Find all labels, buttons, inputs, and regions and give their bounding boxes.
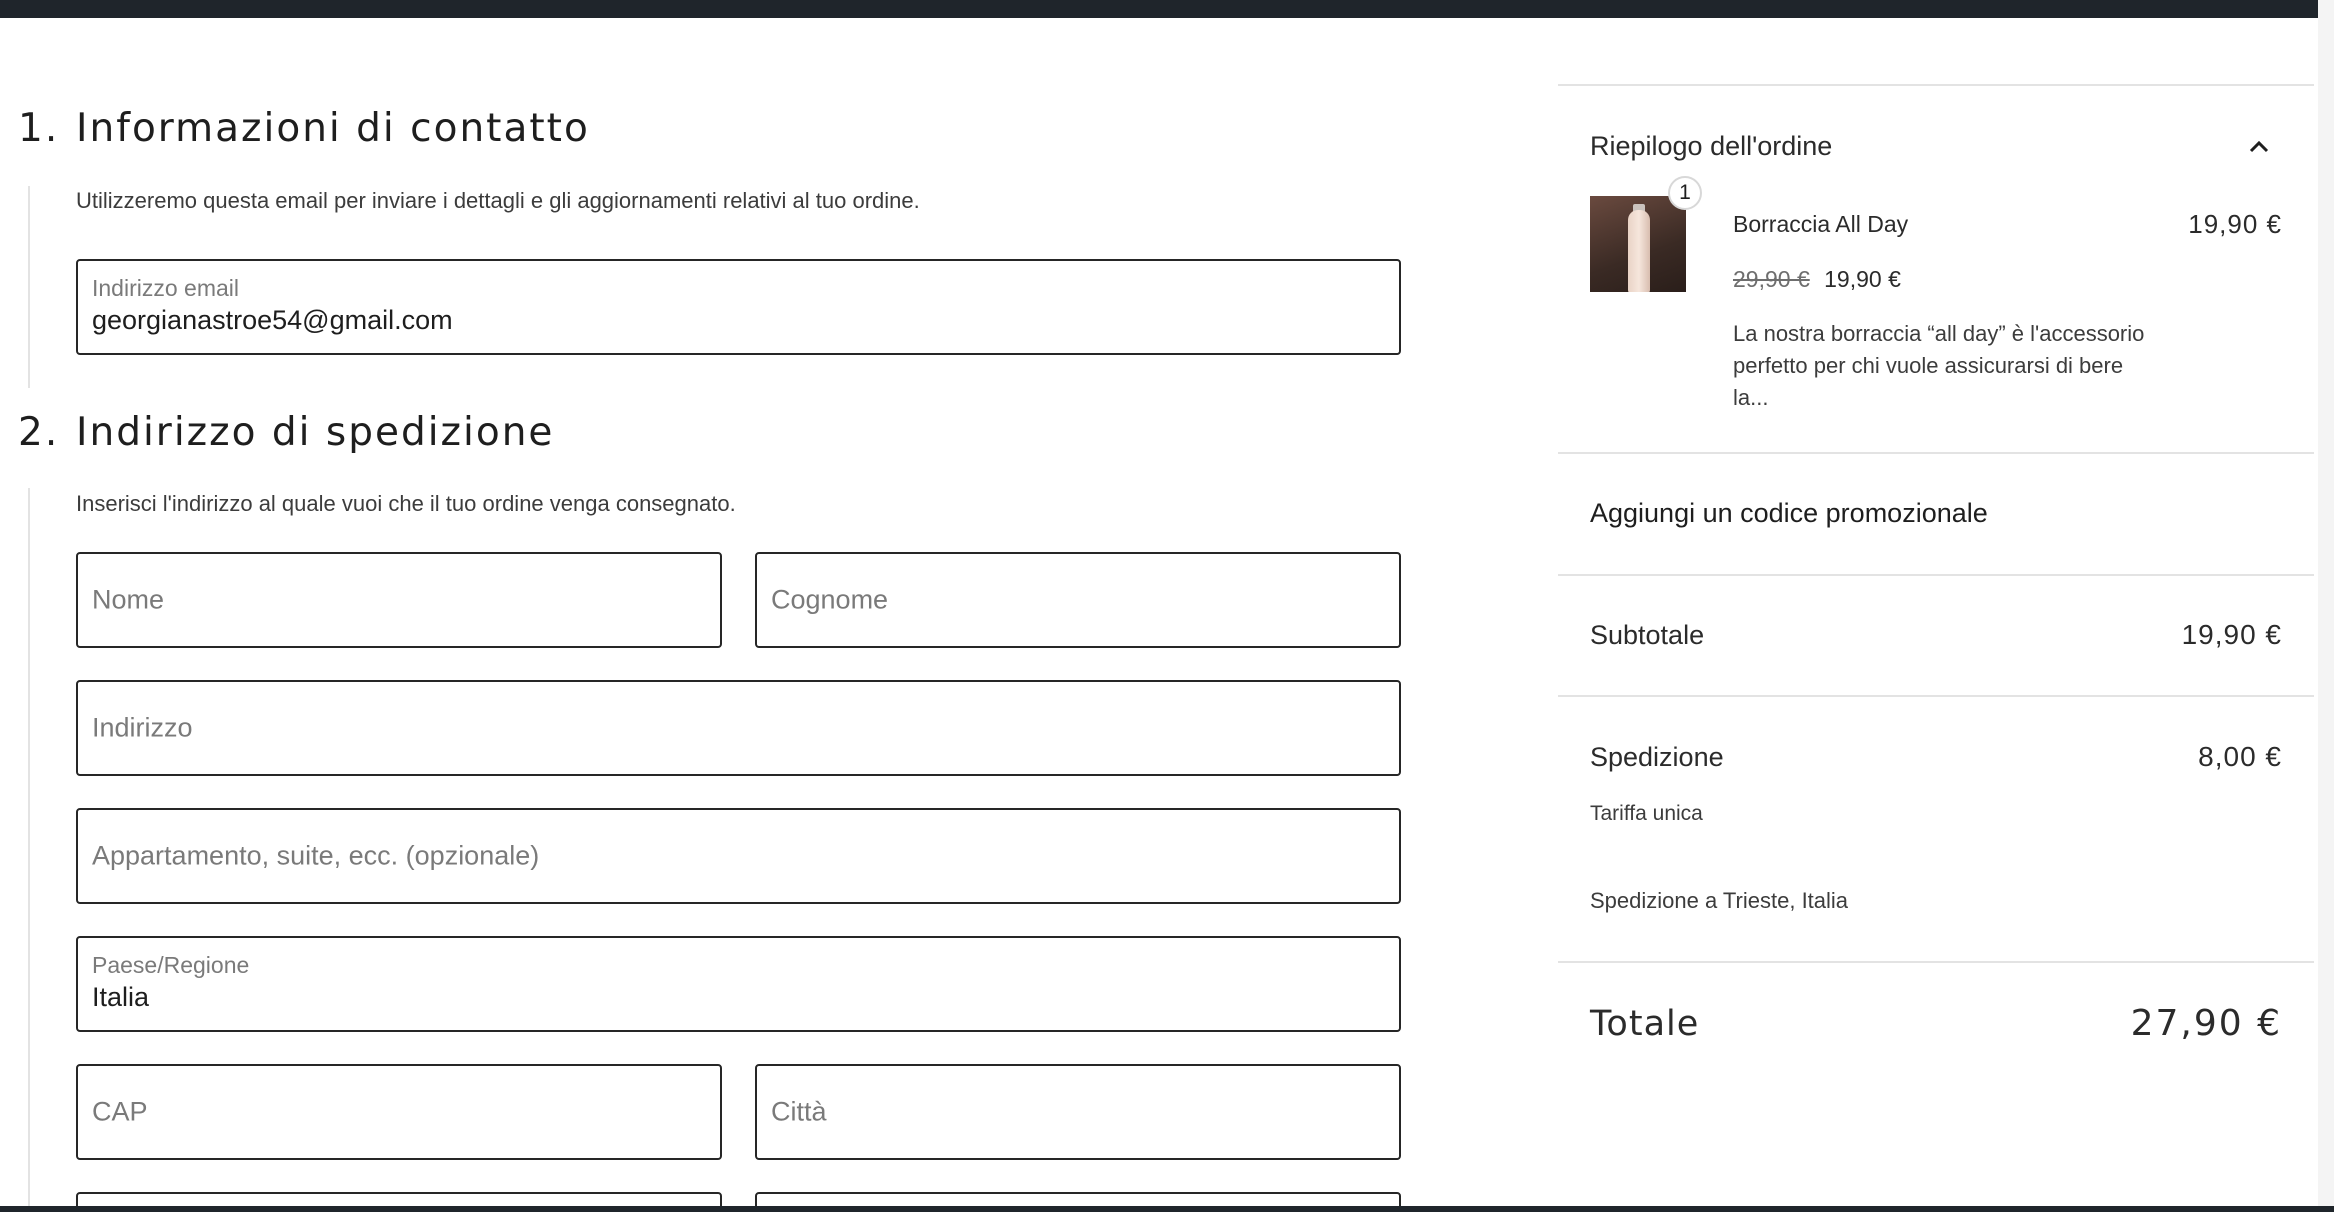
browser-bottom-bar (0, 1206, 2334, 1212)
subtotal-label: Subtotale (1590, 620, 1705, 650)
summary-top-divider (1558, 84, 2314, 86)
city-placeholder: Città (771, 1096, 827, 1127)
product-name: Borraccia All Day (1733, 211, 1909, 237)
product-description-line-2: perfetto per chi vuole assicurarsi di be… (1733, 353, 2124, 378)
email-field[interactable]: Indirizzo email georgianastroe54@gmail.c… (76, 259, 1401, 355)
summary-divider-4 (1558, 961, 2314, 963)
summary-divider-3 (1558, 695, 2314, 697)
sale-price: 19,90 € (1824, 266, 1901, 292)
last-name-placeholder: Cognome (771, 584, 889, 615)
product-description-line-1: La nostra borraccia “all day” è l'access… (1733, 321, 2145, 346)
email-field-label: Indirizzo email (92, 275, 239, 301)
first-name-placeholder: Nome (92, 584, 165, 615)
product-thumbnail (1590, 196, 1686, 292)
shipping-step-line (28, 488, 30, 1212)
zip-field[interactable]: CAP (76, 1064, 722, 1160)
summary-divider-2 (1558, 574, 2314, 576)
total-value: 27,90 € (2130, 1003, 2282, 1044)
chevron-up-icon[interactable] (2248, 136, 2270, 158)
total-label: Totale (1590, 1004, 1700, 1044)
summary-divider-1 (1558, 452, 2314, 454)
contact-title-text: Informazioni di contatto (76, 106, 590, 151)
contact-step-number: 1. (18, 106, 60, 151)
country-label: Paese/Regione (92, 952, 250, 978)
browser-top-bar (0, 0, 2334, 18)
country-select[interactable]: Paese/Regione Italia (76, 936, 1401, 1032)
shipping-label: Spedizione (1590, 742, 1724, 772)
shipping-value: 8,00 € (2198, 741, 2282, 772)
window-right-edge (2318, 0, 2334, 1212)
contact-description: Utilizzeremo questa email per inviare i … (76, 188, 920, 213)
shipping-description: Inserisci l'indirizzo al quale vuoi che … (76, 491, 736, 516)
product-description-line-3: la... (1733, 385, 1769, 410)
first-name-field[interactable]: Nome (76, 552, 722, 648)
shipping-section-title: 2. Indirizzo di spedizione (18, 410, 554, 455)
original-price: 29,90 € (1733, 266, 1810, 292)
contact-step-line (28, 186, 30, 388)
shipping-destination: Spedizione a Trieste, Italia (1590, 888, 1849, 913)
summary-title[interactable]: Riepilogo dell'ordine (1590, 131, 1832, 162)
email-field-value[interactable]: georgianastroe54@gmail.com (92, 305, 453, 336)
product-prices-row: 29,90 € 19,90 € (1733, 266, 1901, 293)
product-price: 19,90 € (2188, 209, 2282, 239)
bottle-shape (1628, 210, 1650, 292)
quantity-badge: 1 (1668, 176, 1702, 210)
product-description: La nostra borraccia “all day” è l'access… (1733, 318, 2144, 414)
subtotal-value: 19,90 € (2181, 619, 2282, 650)
address-field[interactable]: Indirizzo (76, 680, 1401, 776)
city-field[interactable]: Città (755, 1064, 1401, 1160)
contact-section-title: 1. Informazioni di contatto (18, 106, 590, 151)
shipping-title-text: Indirizzo di spedizione (76, 410, 555, 455)
zip-placeholder: CAP (92, 1096, 148, 1127)
promo-code-link[interactable]: Aggiungi un codice promozionale (1590, 498, 1988, 529)
shipping-method: Tariffa unica (1590, 802, 1703, 825)
apartment-field[interactable]: Appartamento, suite, ecc. (opzionale) (76, 808, 1401, 904)
last-name-field[interactable]: Cognome (755, 552, 1401, 648)
country-value[interactable]: Italia (92, 982, 149, 1013)
shipping-step-number: 2. (18, 410, 60, 455)
apartment-placeholder: Appartamento, suite, ecc. (opzionale) (92, 840, 540, 871)
address-placeholder: Indirizzo (92, 712, 193, 743)
